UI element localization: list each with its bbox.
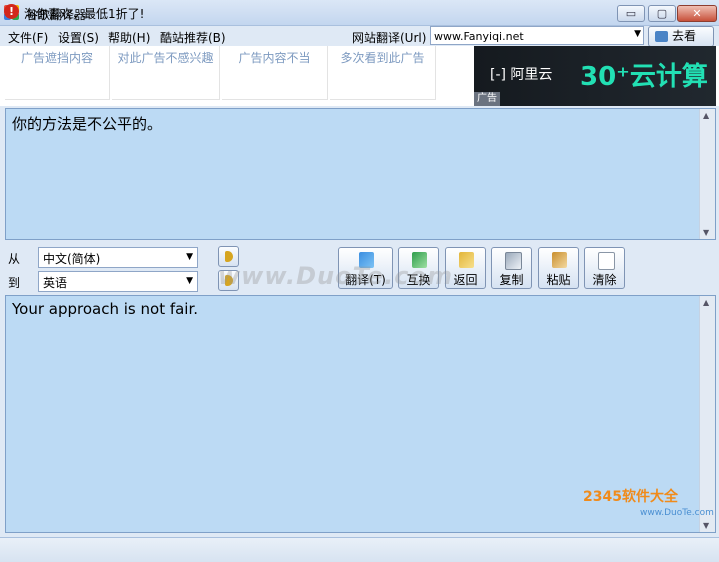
ad-tag: 广告 [474,92,500,106]
paste-icon [552,252,567,268]
scroll-down-icon[interactable]: ▼ [703,228,709,237]
clear-icon [598,252,615,270]
go-icon [655,31,668,42]
ad-link-blocks-content[interactable]: 广告遮挡内容 [5,46,110,100]
source-scrollbar[interactable]: ▲ ▼ [699,109,715,239]
paste-button[interactable]: 粘贴 [538,247,579,289]
watermark: www.DuoTe.com [218,262,453,290]
corner-logo: 2345软件大全 [583,489,678,505]
go-button[interactable]: 去看 [648,26,714,47]
url-label: 网站翻译(Url) [352,31,427,45]
url-combobox[interactable]: ▼ [430,26,644,45]
ad-banner-logo: [-] 阿里云 [490,67,553,83]
chevron-down-icon[interactable]: ▼ [186,252,193,262]
copy-button[interactable]: 复制 [491,247,532,289]
result-text: Your approach is not fair. [12,300,199,318]
to-language-value: 英语 [43,276,68,290]
close-button[interactable]: ✕ [677,5,717,22]
chevron-down-icon[interactable]: ▼ [186,276,193,286]
clear-label: 清除 [592,273,617,287]
chevron-down-icon[interactable]: ▼ [634,29,641,39]
status-text[interactable]: 淘你喜欢，最低1折了! [24,5,144,22]
source-text-area[interactable]: 你的方法是不公平的。 ▲ ▼ [5,108,716,240]
ad-banner-headline: 30⁺云计算 [580,62,708,92]
to-language-select[interactable]: 英语 ▼ [38,271,198,292]
menu-settings[interactable]: 设置(S) [58,29,99,46]
ad-link-inappropriate[interactable]: 广告内容不当 [222,46,328,100]
menu-help[interactable]: 帮助(H) [108,29,150,46]
menu-cool-sites[interactable]: 酷站推荐(B) [160,29,226,46]
copy-icon [505,252,522,270]
from-language-value: 中文(简体) [43,252,101,266]
from-language-select[interactable]: 中文(简体) ▼ [38,247,198,268]
source-text: 你的方法是不公平的。 [12,115,163,133]
scroll-up-icon[interactable]: ▲ [703,111,709,120]
to-label: 到 [8,276,21,290]
result-scrollbar[interactable]: ▲ ▼ [699,296,715,532]
restore-button[interactable]: ▢ [648,5,676,22]
status-bar [0,537,719,562]
corner-url: www.DuoTe.com [640,508,714,518]
go-label: 去看 [672,29,697,43]
ad-link-not-interested[interactable]: 对此广告不感兴趣 [112,46,220,100]
copy-label: 复制 [499,273,524,287]
alert-icon: ! [4,4,19,19]
scroll-up-icon[interactable]: ▲ [703,298,709,307]
speaker-icon [225,251,233,262]
menu-file[interactable]: 文件(F) [8,29,48,46]
ad-banner[interactable]: [-] 阿里云 30⁺云计算 [474,46,716,106]
ad-link-seen-too-often[interactable]: 多次看到此广告 [330,46,436,100]
clear-button[interactable]: 清除 [584,247,625,289]
minimize-button[interactable]: ▭ [617,5,645,22]
paste-label: 粘贴 [546,273,571,287]
from-label: 从 [8,252,21,266]
scroll-down-icon[interactable]: ▼ [703,521,709,530]
back-icon [459,252,474,268]
url-input[interactable] [434,30,624,43]
